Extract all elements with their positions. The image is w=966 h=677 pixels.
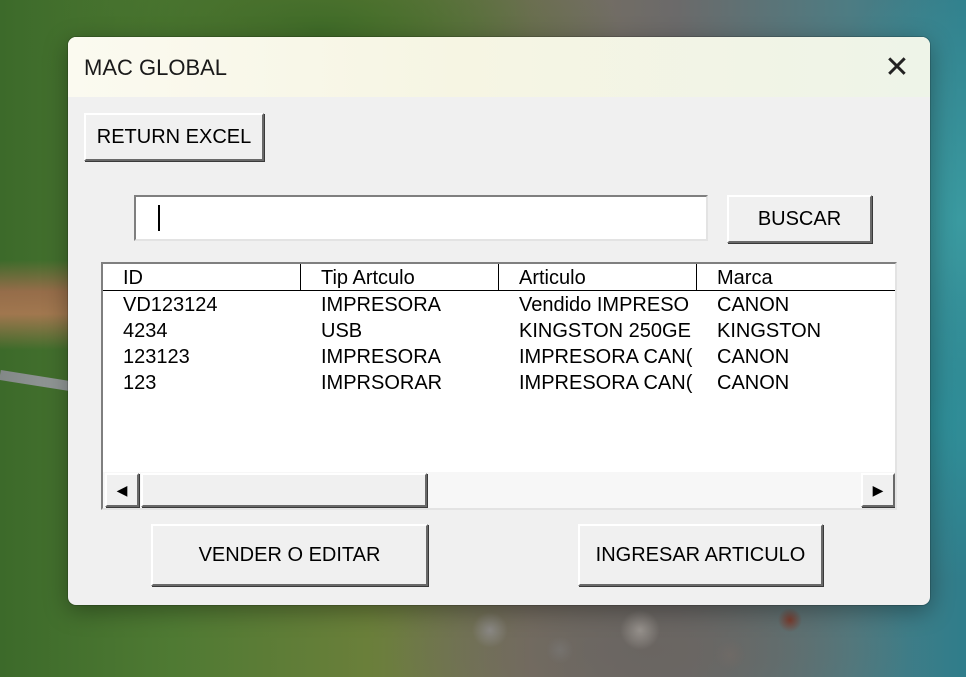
cell-id: 123 — [123, 372, 157, 394]
list-row[interactable]: VD123124 IMPRESORA Vendido IMPRESO CANON — [103, 292, 895, 318]
cell-tipo: IMPRSORAR — [321, 372, 443, 394]
column-header-id[interactable]: ID — [103, 264, 301, 290]
cell-articulo: IMPRESORA CAN( — [519, 346, 693, 368]
dialog-window: MAC GLOBAL ✕ RETURN EXCEL BUSCAR ID Tip … — [68, 37, 930, 605]
arrow-left-icon[interactable]: ◀ — [105, 473, 139, 507]
list-row[interactable]: 4234 USB KINGSTON 250GE KINGSTON — [103, 318, 895, 344]
title-bar: MAC GLOBAL ✕ — [68, 37, 930, 97]
list-row[interactable]: 123123 IMPRESORA IMPRESORA CAN( CANON — [103, 344, 895, 370]
cell-articulo: KINGSTON 250GE — [519, 320, 691, 342]
list-header: ID Tip Artculo Articulo Marca — [103, 264, 895, 291]
text-caret — [158, 205, 160, 231]
cell-articulo: IMPRESORA CAN( — [519, 372, 693, 394]
cell-tipo: USB — [321, 320, 363, 342]
column-header-tipo[interactable]: Tip Artculo — [301, 264, 499, 290]
vender-editar-button[interactable]: VENDER O EDITAR — [151, 524, 428, 586]
buscar-button[interactable]: BUSCAR — [727, 195, 872, 243]
ingresar-articulo-button[interactable]: INGRESAR ARTICULO — [578, 524, 823, 586]
return-excel-button[interactable]: RETURN EXCEL — [84, 113, 264, 161]
close-icon[interactable]: ✕ — [870, 45, 924, 89]
cell-marca: CANON — [717, 346, 790, 368]
cell-id: VD123124 — [123, 294, 218, 316]
cell-tipo: IMPRESORA — [321, 294, 442, 316]
cell-marca: CANON — [717, 372, 790, 394]
list-row[interactable]: 123 IMPRSORAR IMPRESORA CAN( CANON — [103, 370, 895, 396]
cell-id: 123123 — [123, 346, 190, 368]
cell-id: 4234 — [123, 320, 168, 342]
scrollbar-thumb[interactable] — [141, 473, 427, 507]
horizontal-scrollbar[interactable]: ◀ ▶ — [103, 472, 895, 508]
items-listbox[interactable]: ID Tip Artculo Articulo Marca VD123124 I… — [101, 262, 897, 510]
arrow-right-icon[interactable]: ▶ — [861, 473, 895, 507]
background-rocks — [430, 600, 850, 677]
cell-articulo: Vendido IMPRESO — [519, 294, 690, 316]
cell-marca: KINGSTON — [717, 320, 822, 342]
cell-marca: CANON — [717, 294, 790, 316]
column-header-articulo[interactable]: Articulo — [499, 264, 697, 290]
window-title: MAC GLOBAL — [84, 55, 228, 80]
cell-tipo: IMPRESORA — [321, 346, 442, 368]
search-input[interactable] — [134, 195, 708, 241]
column-header-marca[interactable]: Marca — [697, 264, 895, 290]
